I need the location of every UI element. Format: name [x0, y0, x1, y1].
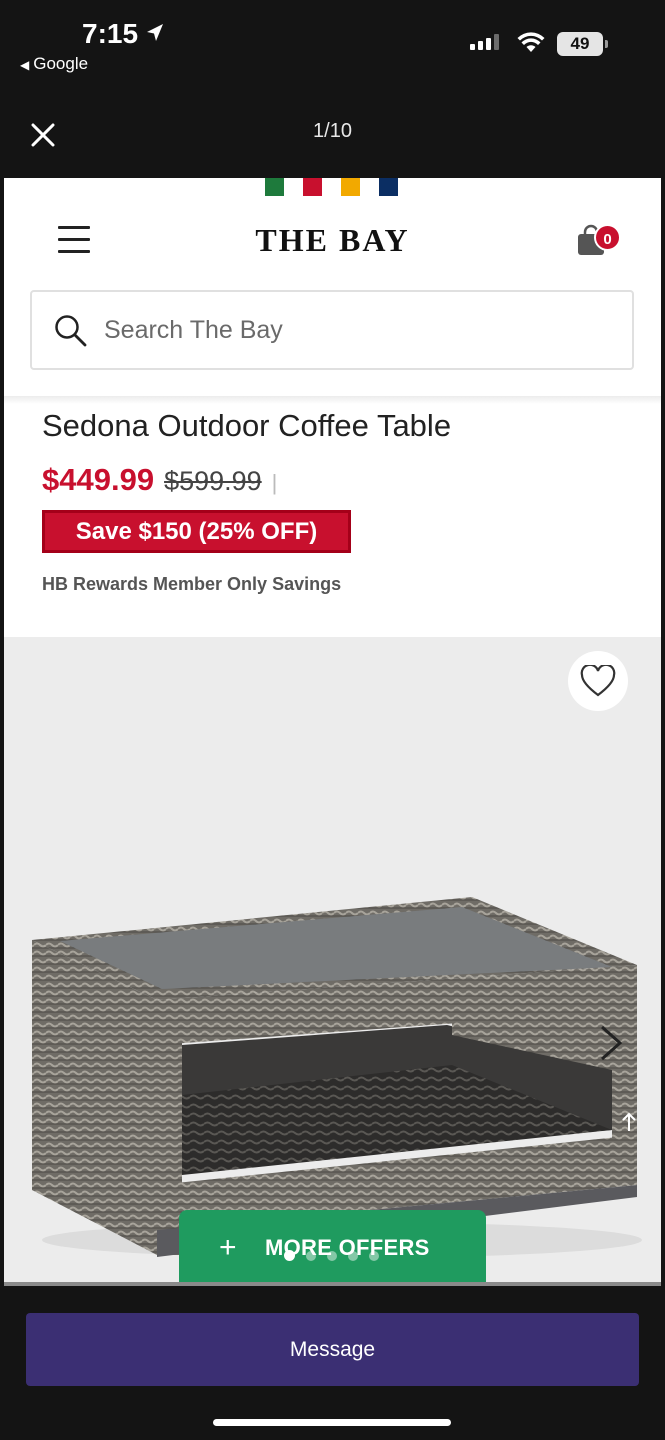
scroll-up-arrow-icon[interactable]: [620, 1111, 638, 1133]
site-header: THE BAY 0: [4, 196, 661, 286]
price-row: $449.99 $599.99 |: [42, 462, 277, 498]
next-image-chevron-icon[interactable]: [594, 1023, 626, 1063]
cell-signal-icon: [470, 34, 499, 50]
pagination-dot[interactable]: [348, 1250, 358, 1261]
pagination-dot[interactable]: [369, 1250, 379, 1261]
more-offers-button[interactable]: + MORE OFFERS: [179, 1210, 486, 1285]
back-triangle-icon: ◀: [20, 58, 30, 72]
header-divider: [4, 396, 661, 404]
original-price: $599.99: [164, 466, 262, 496]
stripe-red: [303, 178, 322, 196]
stripe-green: [265, 178, 284, 196]
back-app-label: Google: [33, 54, 89, 73]
savings-badge: Save $150 (25% OFF): [42, 510, 351, 553]
message-button[interactable]: Message: [26, 1313, 639, 1386]
search-icon: [55, 315, 87, 347]
stripe-yellow: [341, 178, 360, 196]
screenshot-edge: [4, 1282, 661, 1286]
site-logo[interactable]: THE BAY: [4, 222, 661, 259]
product-page-screenshot: THE BAY 0 Search The Bay Sedona Outdoor …: [4, 178, 661, 1285]
status-bar: 7:15 ◀ Google 49: [0, 0, 665, 90]
cart-count-badge: 0: [594, 224, 621, 251]
back-to-app-link[interactable]: ◀ Google: [20, 54, 88, 74]
image-counter: 1/10: [313, 120, 352, 142]
screen: 7:15 ◀ Google 49 1/10 THE BAY 0 Search T…: [0, 0, 665, 1440]
wishlist-button[interactable]: [568, 651, 628, 711]
plus-icon: +: [219, 1231, 237, 1264]
coffee-table-image: [32, 897, 642, 1258]
product-gallery[interactable]: + MORE OFFERS: [4, 637, 661, 1285]
stripe-navy: [379, 178, 398, 196]
status-time: 7:15: [82, 18, 139, 49]
gallery-pagination: [284, 1250, 379, 1261]
search-placeholder: Search The Bay: [104, 316, 283, 344]
pagination-dot[interactable]: [327, 1250, 337, 1261]
location-arrow-icon: [147, 24, 163, 41]
search-input[interactable]: Search The Bay: [30, 290, 634, 370]
home-indicator[interactable]: [213, 1419, 451, 1426]
pagination-dot[interactable]: [284, 1250, 295, 1261]
rewards-note: HB Rewards Member Only Savings: [42, 574, 342, 594]
brand-stripes: [265, 178, 398, 196]
price-separator: |: [271, 470, 278, 495]
battery-tip: [605, 40, 608, 48]
wifi-icon: [517, 32, 545, 52]
viewer-header: 1/10: [0, 100, 665, 170]
battery-level: 49: [557, 32, 603, 56]
pagination-dot[interactable]: [306, 1250, 316, 1261]
sale-price: $449.99: [42, 462, 155, 497]
product-title: Sedona Outdoor Coffee Table: [42, 408, 452, 443]
heart-icon: [580, 665, 616, 697]
